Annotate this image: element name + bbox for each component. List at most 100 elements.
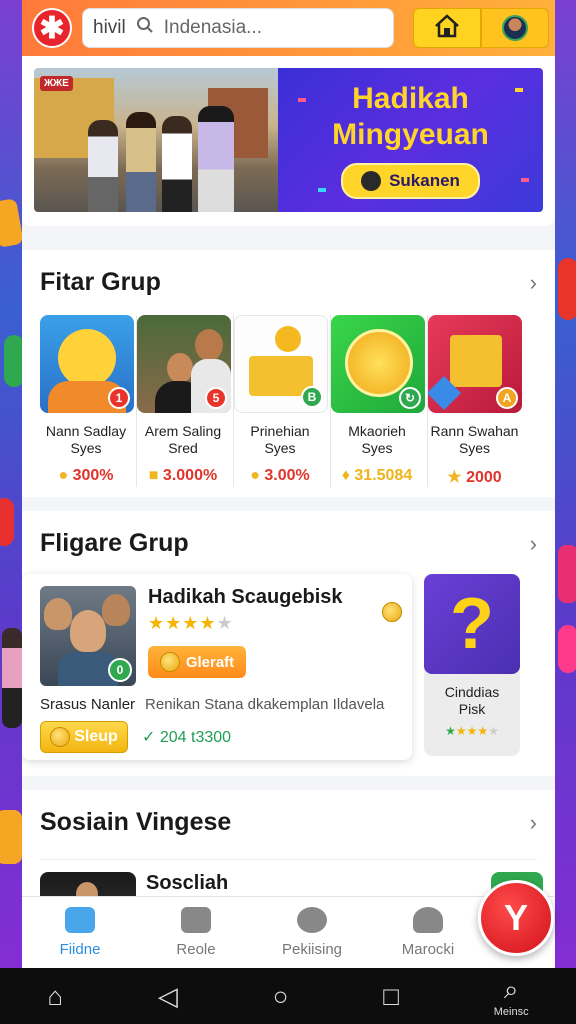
home-button[interactable] — [413, 8, 481, 48]
section-title: Sosiain Vingese — [40, 808, 232, 836]
chevron-right-icon[interactable]: › — [530, 810, 537, 836]
side-card[interactable]: ? Cinddias Pisk ★★★★★ — [424, 574, 520, 756]
chevron-right-icon[interactable]: › — [530, 531, 537, 557]
card-value: 31.5084 — [354, 467, 413, 484]
decor-gift — [558, 545, 576, 603]
nav-item-home[interactable]: Fiidne — [22, 897, 138, 968]
coin-icon: ♦ — [341, 467, 350, 484]
search-placeholder: Indenasia... — [163, 17, 262, 38]
featured-description: Renikan Stana dkakemplan Ildavela — [145, 696, 385, 713]
card-name: Prinehian — [250, 423, 310, 439]
card-subname: Sred — [168, 440, 198, 456]
side-card-name: Cinddias — [444, 684, 500, 700]
featured-price: 204 t3300 — [159, 729, 232, 746]
group-card[interactable]: B Prinehian Syes ● 3.00% — [234, 315, 331, 487]
search-icon: ⌕ — [503, 974, 519, 1004]
system-search-label: Meinsc — [493, 1006, 529, 1018]
star-icon: ★ — [447, 469, 462, 486]
featured-photo: 0 — [40, 586, 136, 686]
group-card[interactable]: ↻ Mkaorieh Syes ♦ 31.5084 — [331, 315, 428, 487]
promo-banner[interactable]: ЖЖЕ Hadikah Mingyeuan Sukanen — [34, 68, 543, 212]
card-value: 2000 — [466, 469, 502, 486]
coin-icon — [382, 602, 402, 622]
card-name: Arem Saling — [144, 423, 222, 439]
app-logo[interactable]: ✱ — [32, 8, 72, 48]
search-prefix: hivil — [93, 17, 126, 38]
nav-item-profile[interactable]: Marocki — [370, 897, 486, 968]
top-bar: ✱ hivil Indenasia... — [22, 0, 555, 56]
group-card[interactable]: 1 Nann Sadlay Syes ● 300% — [40, 315, 137, 487]
banner-container: ЖЖЕ Hadikah Mingyeuan Sukanen — [22, 56, 555, 226]
group-card[interactable]: A Rann Swahan Syes ★ 2000 — [428, 315, 525, 487]
search-input[interactable]: hivil Indenasia... — [82, 8, 394, 48]
home-circle-icon[interactable]: ○ — [273, 981, 289, 1012]
featured-badge: 0 — [108, 658, 132, 682]
decor-gift — [0, 810, 22, 864]
nav-label: Reole — [176, 941, 216, 958]
coin-icon — [159, 652, 180, 672]
card-subname: Syes — [264, 440, 296, 456]
coin-icon: ● — [250, 467, 260, 484]
question-icon: ? — [424, 574, 520, 674]
card-badge: A — [496, 387, 518, 409]
promo-title: Hadikah Mingyeuan — [332, 81, 489, 153]
gift-icon: ■ — [148, 467, 159, 484]
card-name: Mkaorieh — [348, 423, 406, 439]
card-value: 3.00% — [264, 467, 310, 484]
section-fitar-grup: Fitar Grup › 1 Nann Sadlay Syes ● 300% 5… — [22, 250, 555, 497]
decor-coin — [0, 498, 14, 546]
promo-title-line2: Mingyeuan — [332, 118, 489, 151]
promo-cta-label: Sukanen — [389, 171, 460, 190]
nav-item-reole[interactable]: Reole — [138, 897, 254, 968]
featured-action-label: Gleraft — [185, 653, 235, 671]
group-card[interactable]: 5 Arem Saling Sred ■ 3.000% — [137, 315, 234, 487]
decor-coin — [558, 625, 576, 673]
promo-panel: Hadikah Mingyeuan Sukanen — [278, 68, 543, 212]
system-search-button[interactable]: ⌕ Meinsc — [494, 974, 529, 1018]
banner-photo: ЖЖЕ — [34, 68, 278, 212]
home-icon — [434, 13, 460, 43]
card-badge: B — [301, 386, 323, 408]
featured-card[interactable]: 0 Hadikah Scaugebisk ★★★★★ Gleraft Srasu… — [22, 574, 412, 760]
card-value: 3.000% — [162, 467, 218, 484]
decor-coin — [558, 258, 576, 320]
fab-button[interactable]: Y — [478, 880, 554, 956]
group-cards: 1 Nann Sadlay Syes ● 300% 5 Arem Saling Sr… — [40, 315, 537, 487]
decor-gift — [0, 198, 24, 248]
bottom-nav: Fiidne Reole Pekiising Marocki — [22, 896, 555, 968]
avatar — [502, 15, 528, 41]
nav-label: Pekiising — [281, 941, 343, 958]
system-home-icon[interactable]: ⌂ — [47, 981, 63, 1012]
system-nav-bar: ⌂ ◁ ○ □ ⌕ Meinsc — [0, 968, 576, 1024]
chevron-right-icon[interactable]: › — [530, 270, 537, 296]
profile-button[interactable] — [481, 8, 549, 48]
decor-coin — [4, 335, 24, 387]
join-button[interactable]: Sleup — [40, 721, 128, 753]
card-badge: ↻ — [399, 387, 421, 409]
profile-icon — [413, 907, 443, 933]
check-icon: ✓ — [142, 729, 156, 746]
home-icon — [65, 907, 95, 933]
section-title: Fligare Grup — [40, 529, 189, 557]
promo-title-line1: Hadikah — [352, 82, 469, 115]
card-value: 300% — [72, 467, 114, 484]
back-icon[interactable]: ◁ — [158, 981, 178, 1012]
nav-label: Marocki — [401, 941, 455, 958]
card-subname: Syes — [70, 440, 102, 456]
card-badge: 5 — [205, 387, 227, 409]
nav-label: Fiidne — [59, 941, 101, 958]
coin-icon — [50, 727, 71, 747]
user-icon — [361, 171, 382, 191]
promo-cta-button[interactable]: Sukanen — [341, 163, 480, 199]
featured-author: Srasus Nanler — [40, 696, 136, 713]
recents-icon[interactable]: □ — [383, 981, 399, 1012]
card-subname: Syes — [361, 440, 393, 456]
search-icon — [136, 16, 154, 40]
chat-icon — [297, 907, 327, 933]
section-title: Fitar Grup — [40, 268, 161, 296]
featured-action-button[interactable]: Gleraft — [148, 646, 246, 678]
card-subname: Syes — [458, 440, 491, 456]
coin-icon: ● — [58, 467, 69, 484]
nav-item-chat[interactable]: Pekiising — [254, 897, 370, 968]
rating-stars: ★★★★★ — [148, 613, 234, 633]
